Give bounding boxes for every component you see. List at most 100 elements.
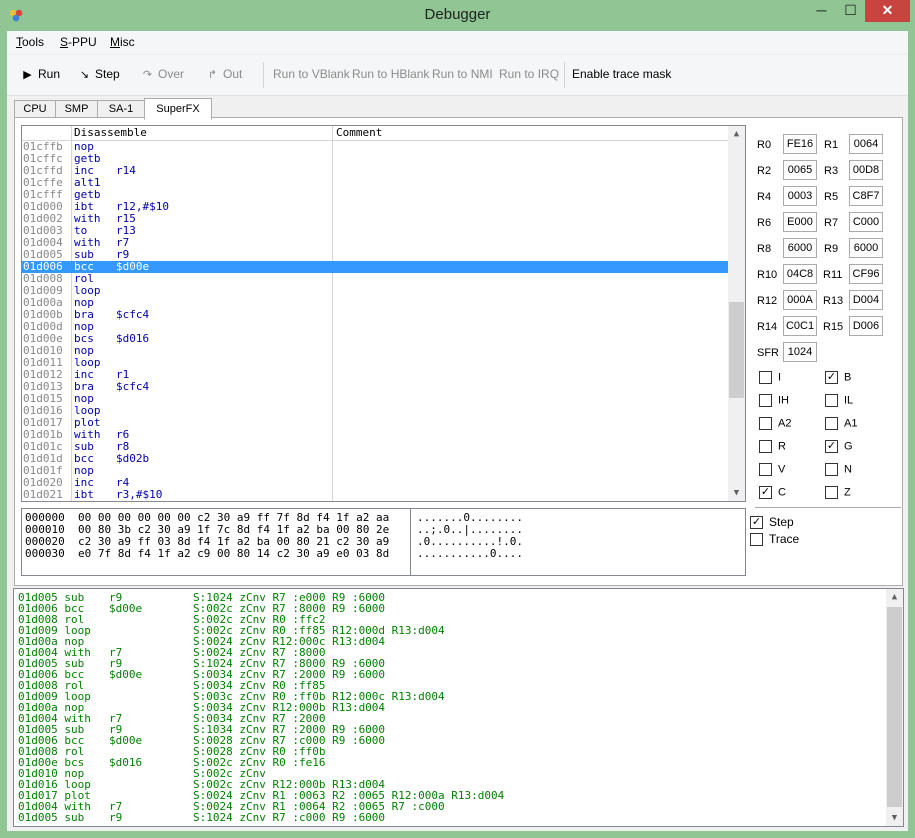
register-label: R1 — [824, 139, 839, 151]
tab-superfx[interactable]: SuperFX — [144, 98, 212, 120]
disassembly-row[interactable]: 01d016 loop — [22, 405, 728, 417]
flag-i[interactable]: I — [759, 371, 781, 384]
disassembly-list[interactable]: Disassemble Comment 01cffb nop 01cffc getb 0… — [21, 125, 746, 502]
flag-n[interactable]: N — [825, 463, 852, 476]
scroll-up-icon[interactable]: ▲ — [886, 589, 903, 605]
flag-ih[interactable]: IH — [759, 394, 789, 407]
run-to-hblank-button[interactable]: Run to HBlank — [352, 67, 429, 81]
checkbox-checked-icon: ✓ — [825, 440, 838, 453]
scrollbar-thumb[interactable] — [729, 302, 744, 398]
register-r1[interactable]: 0064 — [849, 134, 883, 154]
disassembly-row[interactable]: 01d00e bcs $d016 — [22, 333, 728, 345]
trace-option-checkbox[interactable]: Trace — [750, 532, 799, 547]
register-r9[interactable]: 6000 — [849, 238, 883, 258]
instruction-operand: $cfc4 — [116, 380, 150, 393]
register-r13[interactable]: D004 — [849, 290, 883, 310]
flag-a2[interactable]: A2 — [759, 417, 791, 430]
disassembly-scrollbar[interactable]: ▲ ▼ — [728, 126, 745, 501]
flag-b[interactable]: ✓ B — [825, 371, 851, 384]
checkbox-icon — [759, 371, 772, 384]
options-divider — [755, 507, 901, 508]
menu-tools[interactable]: Tools — [16, 35, 44, 49]
step-over-icon: ↷ — [142, 69, 153, 81]
register-r14[interactable]: C0C1 — [783, 316, 817, 336]
register-label: R0 — [757, 139, 772, 151]
scrollbar-thumb[interactable] — [887, 607, 902, 807]
flag-z[interactable]: Z — [825, 486, 851, 499]
register-r12[interactable]: 000A — [783, 290, 817, 310]
trace-scrollbar[interactable]: ▲ ▼ — [886, 589, 903, 826]
menu-s-ppu[interactable]: S-PPU — [60, 35, 97, 49]
register-label: R11 — [823, 269, 843, 281]
maximize-button[interactable]: ☐ — [836, 0, 865, 22]
scroll-down-icon[interactable]: ▼ — [886, 810, 903, 826]
checkbox-icon — [759, 463, 772, 476]
register-r0[interactable]: FE16 — [783, 134, 817, 154]
scroll-up-icon[interactable]: ▲ — [728, 126, 745, 142]
checkbox-checked-icon: ✓ — [759, 486, 772, 499]
disassembly-row[interactable]: 01d008 rol — [22, 273, 728, 285]
disassembly-row[interactable]: 01cffe alt1 — [22, 177, 728, 189]
register-sfr[interactable]: 1024 — [783, 342, 817, 362]
disassembly-row-selected[interactable]: 01d006 bcc $d00e — [22, 261, 728, 273]
register-r10[interactable]: 04C8 — [783, 264, 817, 284]
menu-bar: Tools S-PPU Misc — [7, 31, 908, 53]
register-r4[interactable]: 0003 — [783, 186, 817, 206]
flag-a1[interactable]: A1 — [825, 417, 857, 430]
column-comment[interactable]: Comment — [336, 126, 382, 140]
disassembly-row[interactable]: 01cffd inc r14 — [22, 165, 728, 177]
disassembly-row[interactable]: 01d021 ibt r3,#$10 — [22, 489, 728, 501]
instruction-operand: $d016 — [116, 332, 150, 345]
flag-c[interactable]: ✓ C — [759, 486, 786, 499]
disassembly-row[interactable]: 01d00b bra $cfc4 — [22, 309, 728, 321]
run-to-nmi-button[interactable]: Run to NMI — [432, 67, 493, 81]
run-to-vblank-button[interactable]: Run to VBlank — [273, 67, 350, 81]
register-r6[interactable]: E000 — [783, 212, 817, 232]
register-r11[interactable]: CF96 — [849, 264, 883, 284]
scroll-down-icon[interactable]: ▼ — [728, 485, 745, 501]
title-bar[interactable]: Debugger ─ ☐ ✕ — [0, 0, 915, 31]
flag-il[interactable]: IL — [825, 394, 853, 407]
register-r2[interactable]: 0065 — [783, 160, 817, 180]
trace-operand: $d016 — [109, 756, 143, 769]
menu-misc[interactable]: Misc — [110, 35, 135, 49]
minimize-button[interactable]: ─ — [807, 0, 836, 22]
register-label: R2 — [757, 165, 772, 177]
instruction-operand: $cfc4 — [116, 308, 150, 321]
register-r3[interactable]: 00D8 — [849, 160, 883, 180]
register-r5[interactable]: C8F7 — [849, 186, 883, 206]
disassembly-row[interactable]: 01d015 nop — [22, 393, 728, 405]
flag-g[interactable]: ✓ G — [825, 440, 853, 453]
trace-log[interactable]: 01d005 sub r9 S:1024 zCnv R7 :e000 R9 :600… — [13, 588, 904, 827]
enable-trace-mask-button[interactable]: Enable trace mask — [572, 67, 671, 81]
register-label: R6 — [757, 217, 772, 229]
checkbox-icon — [825, 417, 838, 430]
step-button[interactable]: ↘ Step — [78, 67, 120, 81]
column-disassemble[interactable]: Disassemble — [74, 126, 147, 140]
register-label: R13 — [823, 295, 844, 307]
disassembly-row[interactable]: 01d013 bra $cfc4 — [22, 381, 728, 393]
register-label: R7 — [824, 217, 839, 229]
register-r7[interactable]: C000 — [849, 212, 883, 232]
instruction-operand: r14 — [116, 164, 136, 177]
flag-v[interactable]: V — [759, 463, 785, 476]
run-button[interactable]: ▶ Run — [21, 67, 60, 81]
disassembly-row[interactable]: 01d010 nop — [22, 345, 728, 357]
disassembly-row[interactable]: 01d01d bcc $d02b — [22, 453, 728, 465]
register-label: R15 — [823, 321, 844, 333]
flag-r[interactable]: R — [759, 440, 786, 453]
step-option-checkbox[interactable]: ✓ Step — [750, 515, 794, 530]
window-title: Debugger — [424, 6, 491, 23]
step-over-button[interactable]: ↷ Over — [141, 67, 184, 81]
run-to-irq-button[interactable]: Run to IRQ — [499, 67, 559, 81]
memory-hex-view[interactable]: 000000 00 00 00 00 00 00 c2 30 a9 ff 7f … — [21, 508, 746, 576]
checkbox-icon — [759, 440, 772, 453]
disassembly-row[interactable]: 01cffb nop — [22, 141, 728, 153]
trace-operand: $d00e — [109, 734, 143, 747]
register-r8[interactable]: 6000 — [783, 238, 817, 258]
toolbar: ▶ Run ↘ Step ↷ Over ↱ Out Run to VBlank Run … — [7, 55, 908, 96]
register-r15[interactable]: D006 — [849, 316, 883, 336]
disassembly-row[interactable]: 01d009 loop — [22, 285, 728, 297]
close-button[interactable]: ✕ — [865, 0, 910, 22]
step-out-button[interactable]: ↱ Out — [206, 67, 242, 81]
